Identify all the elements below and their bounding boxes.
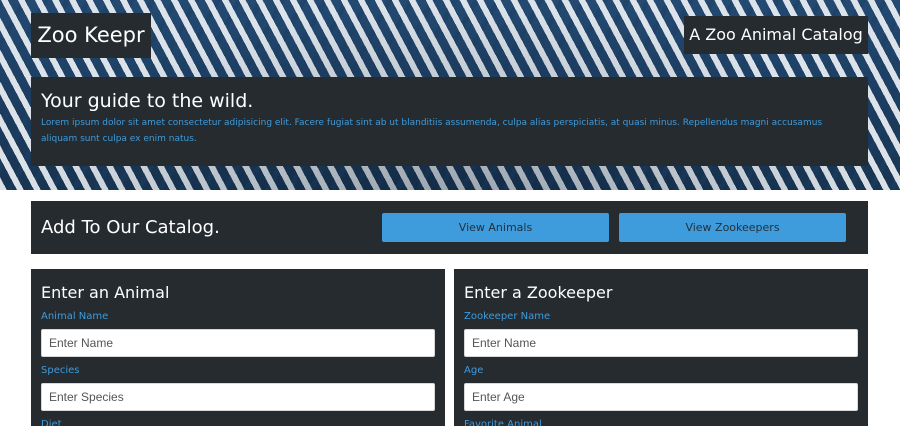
view-zookeepers-button[interactable]: View Zookeepers [619, 213, 846, 242]
animal-name-label: Animal Name [41, 311, 109, 322]
species-input[interactable] [41, 383, 435, 411]
age-input[interactable] [464, 383, 858, 411]
species-label: Species [41, 365, 80, 376]
zookeeper-name-input[interactable] [464, 329, 858, 357]
hero-banner: Zoo Keepr A Zoo Animal Catalog Your guid… [0, 0, 900, 190]
intro-panel: Your guide to the wild. Lorem ipsum dolo… [31, 77, 868, 166]
animal-name-input[interactable] [41, 329, 435, 357]
animal-form: Enter an Animal Animal Name Species Diet [31, 269, 445, 426]
intro-title: Your guide to the wild. [41, 90, 254, 112]
add-catalog-title: Add To Our Catalog. [41, 217, 220, 238]
age-label: Age [464, 365, 484, 376]
intro-text: Lorem ipsum dolor sit amet consectetur a… [41, 118, 823, 144]
favorite-animal-label: Favorite Animal [464, 419, 542, 426]
view-animals-button[interactable]: View Animals [382, 213, 609, 242]
diet-label: Diet [41, 419, 62, 426]
add-to-catalog-bar: Add To Our Catalog. View Animals View Zo… [31, 201, 868, 254]
animal-form-title: Enter an Animal [41, 283, 170, 302]
zookeeper-form: Enter a Zookeeper Zookeeper Name Age Fav… [454, 269, 868, 426]
zookeeper-name-label: Zookeeper Name [464, 311, 551, 322]
zookeeper-form-title: Enter a Zookeeper [464, 283, 613, 302]
brand-logo[interactable]: Zoo Keepr [31, 13, 151, 58]
site-tagline: A Zoo Animal Catalog [684, 16, 868, 54]
